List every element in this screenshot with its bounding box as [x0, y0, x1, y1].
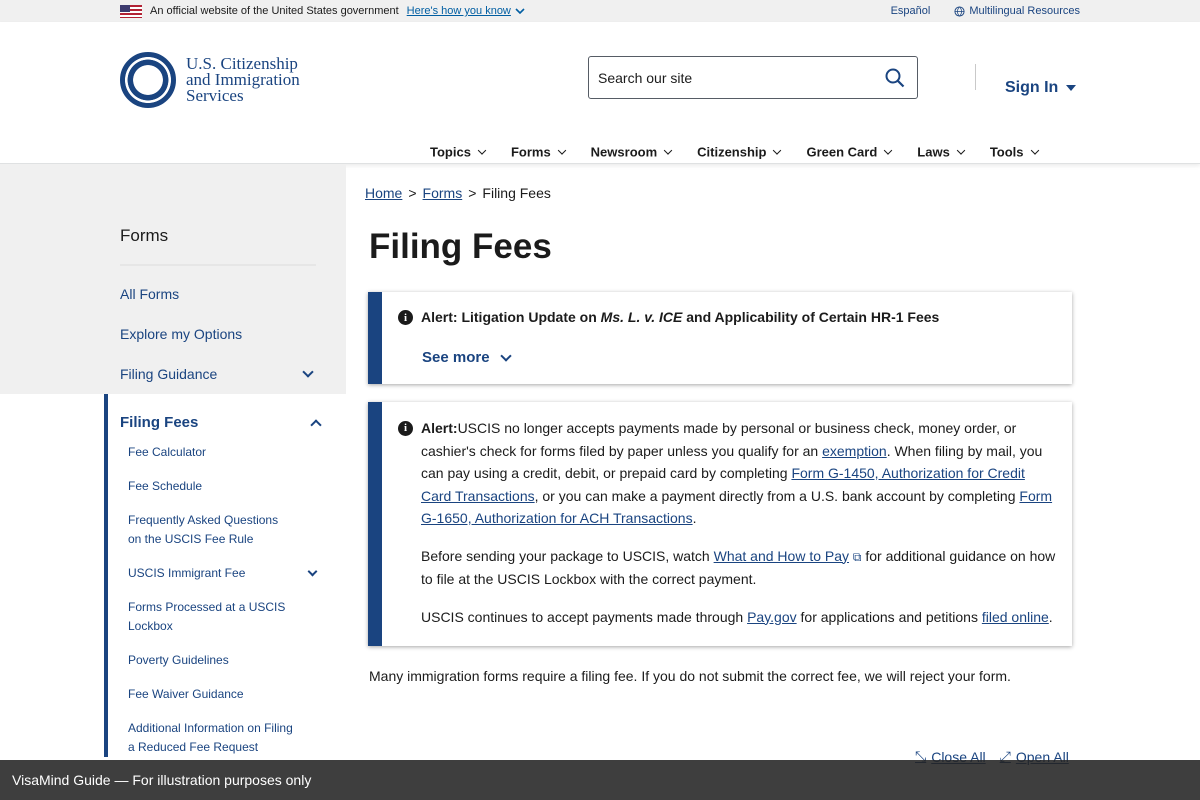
espanol-link[interactable]: Español	[891, 5, 931, 17]
chevron-down-icon	[773, 146, 782, 155]
chevron-down-icon	[884, 146, 893, 155]
info-icon: i	[398, 310, 413, 325]
nav-newsroom[interactable]: Newsroom	[591, 145, 673, 160]
nav-tools[interactable]: Tools	[990, 145, 1039, 160]
nav-topics[interactable]: Topics	[430, 145, 487, 160]
breadcrumb-forms[interactable]: Forms	[423, 185, 463, 201]
chevron-down-icon	[557, 146, 566, 155]
chevron-down-icon	[499, 349, 512, 362]
nav-forms[interactable]: Forms	[511, 145, 566, 160]
page-title: Filing Fees	[369, 227, 552, 266]
site-header: U.S. Citizenship and Immigration Service…	[0, 22, 1200, 164]
nav-laws[interactable]: Laws	[917, 145, 966, 160]
breadcrumb-current: Filing Fees	[482, 185, 551, 201]
alert-payment-p2: Before sending your package to USCIS, wa…	[421, 547, 1056, 588]
side-sub-fee-waiver[interactable]: Fee Waiver Guidance	[120, 685, 320, 704]
breadcrumb-home[interactable]: Home	[365, 185, 402, 201]
how-you-know-link[interactable]: Here's how you know	[407, 5, 525, 17]
nav-citizenship[interactable]: Citizenship	[697, 145, 782, 160]
info-icon: i	[398, 421, 413, 436]
breadcrumb: Home > Forms > Filing Fees	[365, 185, 551, 201]
dhs-seal-icon	[120, 52, 176, 108]
search-button[interactable]	[873, 57, 917, 98]
alert-payment: i Alert:USCIS no longer accepts payments…	[368, 402, 1072, 646]
caret-down-icon	[1066, 85, 1077, 91]
side-sub-reduced-fee[interactable]: Additional Information on Filing a Reduc…	[120, 719, 320, 757]
header-divider	[975, 64, 976, 90]
side-sub-immigrant-fee[interactable]: USCIS Immigrant Fee	[120, 564, 320, 583]
side-link-filing-guidance[interactable]: Filing Guidance	[120, 366, 316, 382]
watermark-bar: VisaMind Guide — For illustration purpos…	[0, 760, 1200, 800]
side-nav: Forms All Forms Explore my Options Filin…	[0, 164, 346, 800]
main-nav: Topics Forms Newsroom Citizenship Green …	[430, 145, 1064, 160]
official-site-text: An official website of the United States…	[150, 5, 399, 17]
chevron-down-icon	[515, 8, 525, 15]
side-link-all-forms[interactable]: All Forms	[120, 286, 346, 302]
chevron-down-icon[interactable]	[307, 566, 318, 577]
paygov-link[interactable]: Pay.gov	[747, 609, 797, 625]
filed-online-link[interactable]: filed online	[982, 609, 1049, 625]
side-link-filing-fees[interactable]: Filing Fees	[120, 414, 198, 431]
multilingual-link[interactable]: Multilingual Resources	[954, 5, 1080, 17]
chevron-up-icon[interactable]	[310, 418, 322, 431]
chevron-down-icon	[1030, 146, 1039, 155]
main-content: Home > Forms > Filing Fees Filing Fees i…	[365, 164, 1075, 765]
nav-green-card[interactable]: Green Card	[806, 145, 893, 160]
search-input[interactable]	[598, 69, 858, 86]
alert-payment-p1: Alert:USCIS no longer accepts payments m…	[421, 420, 1053, 526]
gov-banner: An official website of the United States…	[0, 0, 1200, 22]
side-nav-heading: Forms	[120, 226, 316, 266]
alert-litigation-text: Alert: Litigation Update on Ms. L. v. IC…	[421, 309, 940, 325]
side-sub-fee-calculator[interactable]: Fee Calculator	[120, 443, 320, 462]
globe-icon	[954, 5, 965, 17]
us-flag-icon	[120, 4, 142, 18]
see-more-button[interactable]: See more	[422, 349, 1056, 366]
alert-litigation: i Alert: Litigation Update on Ms. L. v. …	[368, 292, 1072, 384]
chevron-down-icon[interactable]	[302, 366, 314, 378]
what-how-to-pay-link[interactable]: What and How to Pay	[714, 548, 849, 564]
side-sub-fee-schedule[interactable]: Fee Schedule	[120, 477, 320, 496]
search-icon	[885, 68, 905, 87]
alert-payment-p3: USCIS continues to accept payments made …	[421, 608, 1053, 625]
side-sub-lockbox-forms[interactable]: Forms Processed at a USCIS Lockbox	[120, 598, 320, 636]
chevron-down-icon	[477, 146, 487, 155]
side-link-explore-options[interactable]: Explore my Options	[120, 326, 346, 342]
side-sub-poverty-guidelines[interactable]: Poverty Guidelines	[120, 651, 320, 670]
sign-in-button[interactable]: Sign In	[1005, 79, 1077, 97]
chevron-down-icon	[663, 146, 673, 155]
uscis-logo[interactable]: U.S. Citizenship and Immigration Service…	[120, 52, 300, 108]
logo-line-3: Services	[186, 86, 244, 105]
chevron-down-icon	[956, 146, 966, 155]
intro-text: Many immigration forms require a filing …	[369, 668, 1011, 684]
search-box	[588, 56, 918, 99]
side-section-filing-fees: Filing Fees Fee Calculator Fee Schedule …	[104, 394, 346, 757]
side-sub-faq-fee-rule[interactable]: Frequently Asked Questions on the USCIS …	[120, 511, 320, 549]
exemption-link[interactable]: exemption	[822, 443, 887, 459]
